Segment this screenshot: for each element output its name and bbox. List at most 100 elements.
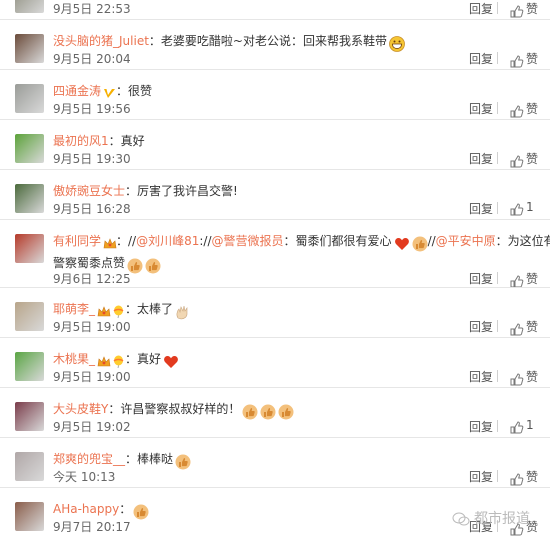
thumbs-up-emoji-glyph — [278, 404, 294, 420]
thumbs-up-emoji-glyph — [175, 454, 191, 470]
avatar[interactable] — [15, 134, 44, 163]
comment-username[interactable]: 木桃果_ — [53, 352, 95, 366]
like-button[interactable]: 赞 — [510, 150, 539, 168]
reply-link[interactable]: 回复 — [469, 418, 493, 435]
comment-text-line: 四通金涛 ：很赞 — [53, 82, 152, 99]
reply-link[interactable]: 回复 — [469, 368, 493, 385]
comment-list: 9月5日 22:53 回复赞没头脑的猪_Juliet：老婆要吃醋啦~对老公说：回来… — [0, 0, 550, 541]
vip-badge-icon — [103, 86, 116, 99]
crown-badge-icon — [97, 354, 111, 367]
grin-emoji-icon — [389, 36, 405, 52]
heart-emoji-glyph — [164, 356, 178, 368]
row-separator — [0, 69, 550, 70]
comment-text: ：真好 — [108, 134, 145, 148]
avatar[interactable] — [15, 302, 44, 331]
avatar[interactable] — [15, 352, 44, 381]
mention-link[interactable]: @平安中原 — [436, 234, 496, 248]
reply-link[interactable]: 回复 — [469, 200, 493, 217]
thumbs-up-emoji-icon — [145, 258, 161, 274]
thumbs-up-emoji-glyph — [242, 404, 258, 420]
comment-text-line: 傲娇豌豆女士：厉害了我许昌交警! — [53, 182, 238, 199]
avatar[interactable] — [15, 402, 44, 431]
reply-link[interactable]: 回复 — [469, 50, 493, 67]
row-separator — [0, 219, 550, 220]
comment-username[interactable]: AHa-happy — [53, 502, 119, 516]
avatar[interactable] — [15, 452, 44, 481]
comment-text: ：厉害了我许昌交警! — [125, 184, 238, 198]
thumb-up-glyph — [510, 155, 524, 168]
avatar[interactable] — [15, 184, 44, 213]
row-separator — [0, 119, 550, 120]
comment-timestamp: 9月7日 20:17 — [53, 520, 131, 534]
mention-link[interactable]: @警营微报员 — [212, 234, 284, 248]
balloon-glyph — [113, 305, 124, 319]
thumbs-up-emoji-glyph — [260, 404, 276, 420]
comment-username[interactable]: 傲娇豌豆女士 — [53, 184, 125, 198]
balloon-glyph — [113, 355, 124, 369]
comment-username[interactable]: 有利同学 — [53, 234, 101, 248]
row-separator — [0, 387, 550, 388]
comment-item: 耶萌李_ ：太棒了 9月5日 19:00 回复 赞 — [0, 296, 550, 346]
thumb-up-glyph — [510, 473, 524, 486]
reply-link[interactable]: 回复 — [469, 270, 493, 287]
comment-item: 四通金涛 ：很赞 9月5日 19:56 回复 赞 — [0, 78, 550, 128]
comment-text[interactable]: 警察蜀黍点赞 — [53, 256, 125, 270]
reply-link[interactable]: 回复 — [469, 318, 493, 335]
avatar[interactable] — [15, 234, 44, 263]
like-button[interactable]: 赞 — [510, 468, 539, 486]
like-button[interactable]: 赞 — [510, 368, 538, 386]
crown-glyph — [97, 356, 111, 367]
action-divider — [497, 370, 498, 382]
comment-text-line: 木桃果_ ：真好 — [53, 350, 179, 370]
thumb-up-icon — [510, 274, 524, 288]
thumb-up-icon — [510, 372, 524, 386]
like-count: 赞 — [526, 152, 539, 166]
mention-link[interactable]: @刘川峰81 — [136, 234, 199, 248]
like-button[interactable]: 赞 — [510, 318, 538, 336]
crown-badge-icon — [103, 236, 117, 249]
crown-glyph — [97, 306, 111, 317]
comment-text: ：老婆要吃醋啦~对老公说：回来帮我系鞋带 — [148, 34, 387, 48]
comment-item: 最初的风1：真好 9月5日 19:30 回复 赞 — [0, 128, 550, 178]
thumb-up-icon — [510, 104, 524, 118]
comment-username[interactable]: 郑爽的兜宝__ — [53, 452, 125, 466]
like-button[interactable]: 赞 — [510, 100, 538, 118]
reply-link[interactable]: 回复 — [469, 0, 493, 17]
thumb-up-icon — [510, 202, 524, 216]
like-button[interactable]: 赞 — [510, 270, 539, 288]
action-divider — [497, 320, 498, 332]
comment-text-line: 郑爽的兜宝__：棒棒哒 — [53, 450, 191, 470]
like-count: 赞 — [526, 272, 539, 286]
comment-timestamp: 9月5日 22:53 — [53, 2, 131, 16]
like-button[interactable]: 1 — [510, 200, 534, 216]
row-separator — [0, 337, 550, 338]
avatar[interactable] — [15, 84, 44, 113]
heart-emoji-glyph — [394, 238, 409, 250]
reply-link[interactable]: 回复 — [469, 468, 493, 485]
avatar[interactable] — [15, 502, 44, 531]
comment-timestamp: 9月5日 19:56 — [53, 102, 131, 116]
comment-username[interactable]: 最初的风1 — [53, 134, 109, 148]
like-button[interactable]: 赞 — [510, 0, 538, 18]
row-separator — [0, 19, 550, 20]
comment-username[interactable]: 没头脑的猪_Juliet — [53, 34, 149, 48]
avatar[interactable] — [15, 0, 44, 13]
avatar[interactable] — [15, 34, 44, 63]
crown-badge-icon — [97, 304, 111, 317]
reply-link[interactable]: 回复 — [469, 100, 493, 117]
reply-link[interactable]: 回复 — [469, 150, 493, 167]
comment-item: 没头脑的猪_Juliet：老婆要吃醋啦~对老公说：回来帮我系鞋带 9月5日 20:… — [0, 28, 550, 78]
row-separator — [0, 437, 550, 438]
thumb-up-glyph — [510, 5, 524, 18]
like-button[interactable]: 赞 — [510, 50, 538, 68]
comment-text-line: 没头脑的猪_Juliet：老婆要吃醋啦~对老公说：回来帮我系鞋带 — [53, 32, 405, 52]
action-divider — [497, 470, 498, 482]
like-button[interactable]: 1 — [510, 418, 534, 434]
thumb-up-icon — [510, 322, 524, 336]
comment-timestamp: 9月5日 19:02 — [53, 420, 131, 434]
like-count: 赞 — [526, 470, 539, 484]
comment-text-part: ：蜀黍们都很有爱心 — [283, 234, 392, 248]
comment-username[interactable]: 大头皮鞋Y — [53, 402, 108, 416]
comment-username[interactable]: 耶萌李_ — [53, 302, 95, 316]
comment-username[interactable]: 四通金涛 — [53, 84, 101, 98]
